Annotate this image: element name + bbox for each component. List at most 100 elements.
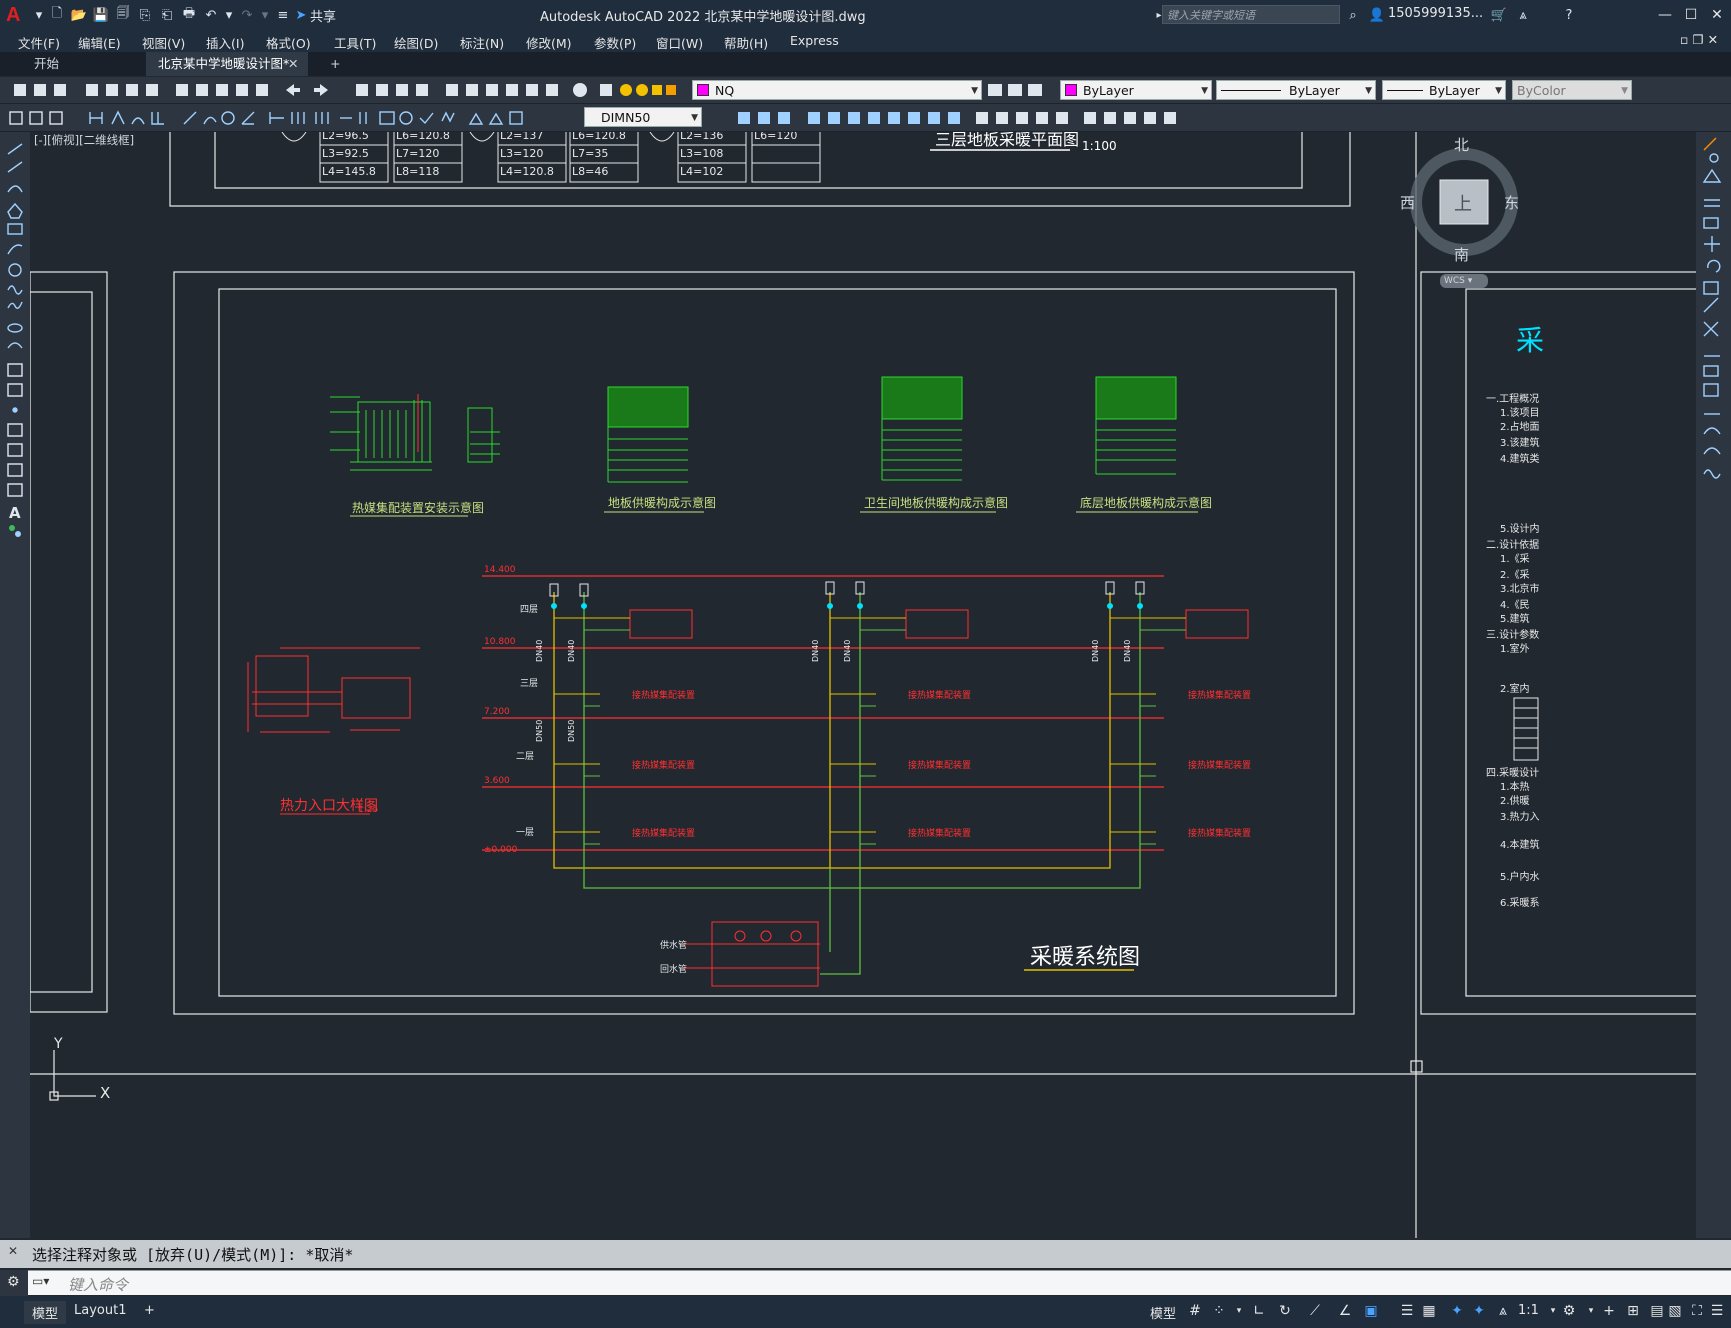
user-icon[interactable]: 👤 (1368, 6, 1386, 24)
transparency-icon[interactable]: ▦ (1420, 1302, 1438, 1320)
viewcube[interactable]: 北 南 东 西 上 (1400, 136, 1524, 264)
dimstyle-dropdown[interactable]: DIMN50 ▼ (584, 107, 702, 127)
lineweight-dropdown[interactable]: ByLayer ▼ (1382, 80, 1506, 100)
save-as-icon[interactable]: 🗐 (114, 6, 132, 24)
user-name[interactable]: 1505999135... (1388, 6, 1483, 21)
menu-view[interactable]: 视图(V) (142, 33, 185, 52)
menu-window[interactable]: 窗口(W) (656, 33, 703, 52)
undo-dropdown-icon[interactable]: ▾ (220, 6, 238, 24)
workspace-gear-icon[interactable]: ⚙ (1560, 1302, 1578, 1320)
detail-title-3: 卫生间地板供暖构成示意图 (864, 495, 1008, 510)
object-snap-icon[interactable]: ▣ (1362, 1302, 1380, 1320)
recent-commands-icon[interactable]: ▭▾ (32, 1274, 62, 1288)
wcs-menu[interactable]: WCS ▾ (1440, 274, 1488, 288)
share-icon[interactable]: ➤ (292, 6, 310, 24)
customize-status-icon[interactable]: ☰ (1708, 1302, 1726, 1320)
undo-icon[interactable]: ↶ (202, 6, 220, 24)
linetype-dropdown[interactable]: ByLayer ▼ (1216, 80, 1376, 100)
viewcube-west[interactable]: 西 (1400, 192, 1415, 213)
menu-tools[interactable]: 工具(T) (334, 33, 376, 52)
color-dropdown[interactable]: ByLayer ▼ (1060, 80, 1212, 100)
redo-icon[interactable]: ↷ (238, 6, 256, 24)
menu-parametric[interactable]: 参数(P) (594, 33, 636, 52)
annotation-scale-value[interactable]: 1:1 (1516, 1301, 1541, 1320)
cart-icon[interactable]: 🛒 (1490, 6, 1508, 24)
snap-dropdown-icon[interactable]: ▾ (1230, 1302, 1248, 1320)
window-title: Autodesk AutoCAD 2022 北京某中学地暖设计图.dwg (540, 10, 866, 25)
plotstyle-dropdown[interactable]: ByColor ▼ (1512, 80, 1632, 100)
tab-close-icon[interactable]: ✕ (284, 52, 302, 76)
layout1-tab[interactable]: Layout1 (66, 1301, 134, 1320)
fullscreen-icon[interactable]: ⛶ (1688, 1302, 1706, 1320)
layer-state-icons[interactable] (650, 81, 690, 99)
minimize-button[interactable]: — (1654, 4, 1676, 26)
viewcube-north[interactable]: 北 (1454, 134, 1469, 155)
plot-icon[interactable]: 🖶 (180, 6, 198, 24)
quick-properties-icon[interactable]: ▤ (1648, 1302, 1666, 1320)
command-history: ✕ 选择注释对象或 [放弃(U)/模式(M)]: *取消* (0, 1240, 1731, 1268)
modify-tool-icons[interactable] (708, 109, 1208, 127)
lineweight-display-icon[interactable]: ☰ (1398, 1302, 1416, 1320)
redo-dropdown-icon[interactable]: ▾ (256, 6, 274, 24)
autocad-logo-icon[interactable]: A (6, 4, 28, 26)
maximize-button[interactable]: ☐ (1680, 4, 1702, 26)
menu-insert[interactable]: 插入(I) (206, 33, 244, 52)
modify-tool-icons-right[interactable] (1696, 132, 1731, 492)
save-web-icon[interactable]: ⎗ (158, 6, 176, 24)
annotation-monitor-icon[interactable]: + (1600, 1302, 1618, 1320)
draw-tool-icons[interactable]: A (0, 132, 30, 592)
new-icon[interactable]: 🗋 (48, 6, 66, 24)
color-value: ByLayer (1083, 83, 1134, 98)
polar-icon[interactable]: ↻ (1276, 1302, 1294, 1320)
menu-edit[interactable]: 编辑(E) (78, 33, 121, 52)
tab-start[interactable]: 开始 (22, 52, 71, 76)
ortho-icon[interactable]: ∟ (1250, 1302, 1268, 1320)
save-icon[interactable]: 💾 (92, 6, 110, 24)
menu-express[interactable]: Express (790, 33, 839, 48)
units-icon[interactable]: ⊞ (1624, 1302, 1642, 1320)
viewcube-south[interactable]: 南 (1454, 244, 1469, 265)
open-web-icon[interactable]: ⎘ (136, 6, 154, 24)
new-tab-button[interactable]: + (318, 52, 352, 76)
help-icon[interactable]: ? (1560, 6, 1578, 24)
close-window-button[interactable]: ✕ (1706, 4, 1728, 26)
menu-format[interactable]: 格式(O) (266, 33, 311, 52)
layer-dropdown[interactable]: NQ ▼ (692, 80, 982, 100)
model-tab[interactable]: 模型 (24, 1301, 67, 1324)
command-input[interactable]: ▭▾ 键入命令 (28, 1270, 1731, 1295)
object-snap-tracking-icon[interactable]: ∠ (1336, 1302, 1354, 1320)
layer-tool-icons[interactable] (986, 81, 1058, 99)
lineweight-sample (1387, 90, 1423, 91)
app-menu-chevron-icon[interactable]: ▾ (30, 6, 48, 24)
autoscale-icon[interactable]: ✦ (1470, 1302, 1488, 1320)
drawing-canvas[interactable]: [-][俯视][二维线框] L2=96.5 L3=92.5 L4=145.8 L… (30, 132, 1696, 1238)
autodesk-app-icon[interactable]: ⩓ (1514, 6, 1532, 24)
annotation-visibility-icon[interactable]: ✦ (1448, 1302, 1466, 1320)
menu-dimension[interactable]: 标注(N) (460, 33, 504, 52)
search-icon[interactable]: ⌕ (1344, 6, 1362, 24)
customize-command-icon[interactable]: ⚙ (0, 1270, 28, 1296)
customize-quick-access-icon[interactable]: ≡ (274, 6, 292, 24)
grid-icon[interactable]: # (1186, 1302, 1204, 1320)
dimension-tool-icons[interactable] (6, 109, 586, 127)
open-icon[interactable]: 📂 (70, 6, 88, 24)
viewcube-east[interactable]: 东 (1504, 192, 1519, 213)
isodraft-icon[interactable]: ⟋ (1306, 1302, 1324, 1320)
standard-tool-icons[interactable] (10, 82, 650, 98)
close-command-icon[interactable]: ✕ (8, 1244, 24, 1264)
search-input[interactable]: 键入关键字或短语 (1162, 5, 1340, 24)
add-layout-button[interactable]: + (136, 1301, 163, 1320)
menu-draw[interactable]: 绘图(D) (394, 33, 438, 52)
workspace-dropdown-icon[interactable]: ▾ (1582, 1302, 1600, 1320)
viewcube-top-face[interactable]: 上 (1454, 190, 1472, 216)
svg-text:1.室外: 1.室外 (1500, 642, 1530, 655)
menu-file[interactable]: 文件(F) (18, 33, 60, 52)
snap-icon[interactable]: ⁘ (1210, 1302, 1228, 1320)
annotation-scale-icon[interactable]: ⩓ (1494, 1302, 1512, 1320)
menu-help[interactable]: 帮助(H) (724, 33, 768, 52)
model-space-button[interactable]: 模型 (1146, 1301, 1180, 1324)
isolate-objects-icon[interactable]: ▧ (1666, 1302, 1684, 1320)
doc-restore-icon[interactable]: ▫ ❐ ✕ (1680, 32, 1718, 47)
menu-modify[interactable]: 修改(M) (526, 33, 572, 52)
share-button[interactable]: 共享 (310, 6, 336, 25)
